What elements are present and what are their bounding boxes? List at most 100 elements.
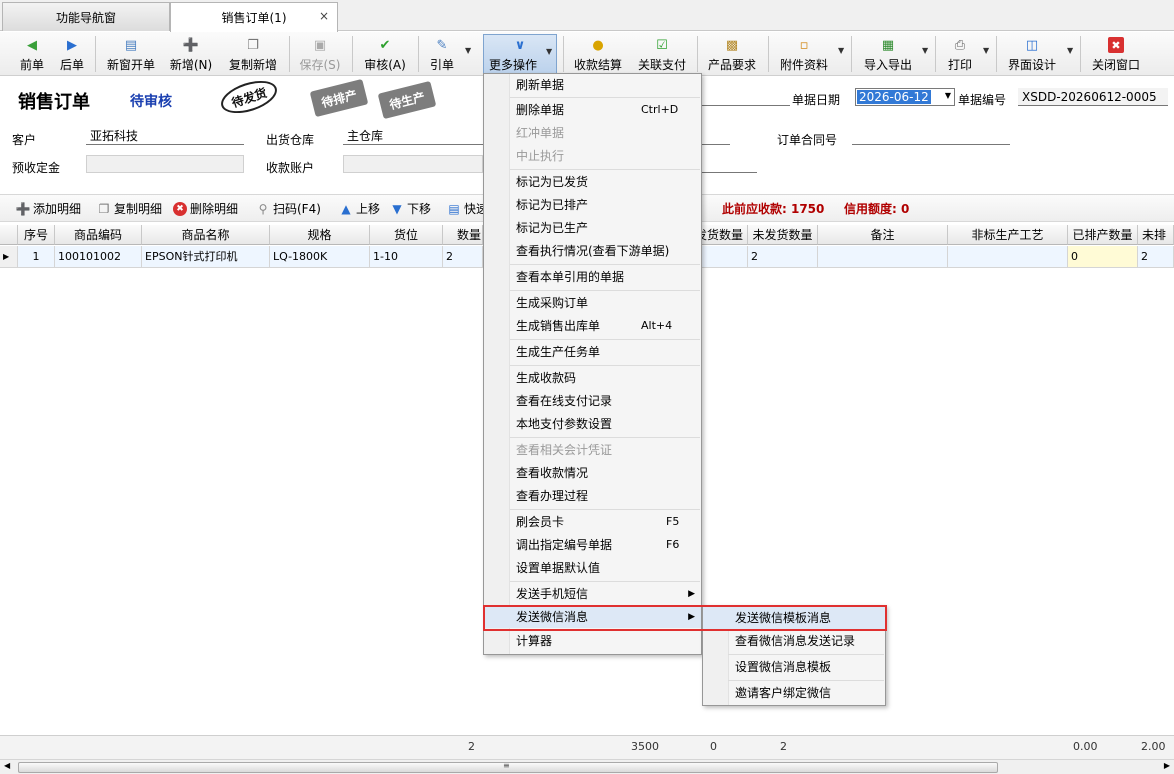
horizontal-scrollbar[interactable]: ◀ ≡ ▶ [0,759,1174,774]
table-cell[interactable]: 100101002 [55,246,142,268]
copy-detail-button[interactable]: ❐ 复制明细 [97,200,162,217]
chevron-down-icon[interactable]: ▼ [922,46,928,55]
menu-item-mark-produced[interactable]: 标记为已生产 [484,217,701,239]
chevron-down-icon[interactable]: ▼ [983,46,989,55]
deposit-field[interactable] [86,155,244,173]
menu-item-generate-production[interactable]: 生成生产任务单 [484,341,701,363]
menu-item-default-values[interactable]: 设置单据默认值 [484,557,701,579]
chevron-down-icon[interactable]: ▼ [838,46,844,55]
contract-field[interactable] [852,127,1010,145]
menu-item-view-execution[interactable]: 查看执行情况(查看下游单据) [484,240,701,262]
menu-item-red-reverse[interactable]: 红冲单据 [484,122,701,144]
save-button[interactable]: ▣ 保存(S) [294,34,346,74]
scroll-right-icon[interactable]: ▶ [1164,761,1170,770]
audit-button[interactable]: ✔ 审核(A) [358,34,412,74]
menu-item-view-referenced[interactable]: 查看本单引用的单据 [484,266,701,288]
menu-item-online-payment-records[interactable]: 查看在线支付记录 [484,390,701,412]
column-header[interactable]: 已排产数量 [1068,225,1138,245]
chevron-down-icon[interactable]: ▼ [945,91,951,100]
copy-add-button[interactable]: ❐ 复制新增 [222,34,284,74]
close-window-button[interactable]: ✖ 关闭窗口 [1086,34,1146,74]
warehouse-field[interactable]: 主仓库 [343,127,483,145]
menu-item-mark-scheduled[interactable]: 标记为已排产 [484,194,701,216]
table-cell[interactable]: EPSON针式打印机 [142,246,270,268]
column-header[interactable]: 货位 [370,225,443,245]
chevron-down-icon[interactable]: ▼ [465,46,471,55]
scan-button[interactable]: ⚲ 扫码(F4) [256,200,321,217]
row-selector-icon[interactable]: ▶ [0,246,18,268]
number-field[interactable]: XSDD-20260612-0005 [1018,88,1168,106]
header-field[interactable] [702,155,757,173]
menu-item-generate-payment-code[interactable]: 生成收款码 [484,367,701,389]
table-cell[interactable] [948,246,1068,268]
close-icon[interactable]: × [319,9,329,23]
menu-item-send-sms[interactable]: 发送手机短信 ▶ [484,583,701,605]
import-export-button[interactable]: ▦ 导入导出 [858,34,918,74]
menu-item-local-payment-settings[interactable]: 本地支付参数设置 [484,413,701,435]
table-cell[interactable]: 0 [1068,246,1138,268]
column-header[interactable]: 备注 [818,225,948,245]
menu-item-label: 发送手机短信 [516,587,589,601]
menu-item-refresh[interactable]: 刷新单据 [484,74,701,96]
menu-item-generate-purchase[interactable]: 生成采购订单 [484,292,701,314]
customer-field[interactable]: 亚拓科技 [86,127,244,145]
move-down-button[interactable]: ▼ 下移 [390,200,431,217]
table-cell[interactable]: 2 [1138,246,1174,268]
shortcut-label: Alt+4 [641,319,673,332]
column-header[interactable]: 发货数量 [702,225,748,245]
column-header[interactable]: 未排 [1138,225,1174,245]
column-header[interactable]: 非标生产工艺 [948,225,1068,245]
submenu-item-set-template[interactable]: 设置微信消息模板 [703,656,885,678]
table-cell[interactable] [818,246,948,268]
column-header[interactable]: 商品编码 [55,225,142,245]
delete-detail-button[interactable]: ✖ 删除明细 [173,200,238,217]
column-header[interactable]: 商品名称 [142,225,270,245]
table-cell[interactable]: 2 [748,246,818,268]
column-header[interactable]: 未发货数量 [748,225,818,245]
menu-item-view-collection[interactable]: 查看收款情况 [484,462,701,484]
tab-function-navigator[interactable]: 功能导航窗 [2,2,170,31]
add-button[interactable]: ➕ 新增(N) [164,34,218,74]
link-payment-button[interactable]: ☑ 关联支付 [634,34,690,74]
quick-button[interactable]: ▤ 快速 [447,200,488,217]
menu-item-calculator[interactable]: 计算器 [484,630,701,652]
receivable-label: 此前应收款: 1750 [722,202,825,216]
collect-settle-button[interactable]: ● 收款结算 [568,34,628,74]
table-cell[interactable]: 1 [18,246,55,268]
menu-item-generate-outbound[interactable]: 生成销售出库单 Alt+4 [484,315,701,337]
submenu-item-view-records[interactable]: 查看微信消息发送记录 [703,630,885,652]
menu-item-delete[interactable]: 删除单据 Ctrl+D [484,99,701,121]
ui-design-button[interactable]: ◫ 界面设计 [1002,34,1062,74]
attachments-button[interactable]: ▫ 附件资料 [774,34,834,74]
reference-button[interactable]: ✎ 引单 [424,34,460,74]
next-button[interactable]: ▶ 后单 [52,34,92,74]
tab-sales-order[interactable]: 销售订单(1) × [170,2,338,32]
product-requirement-button[interactable]: ▩ 产品要求 [702,34,762,74]
prev-button[interactable]: ◀ 前单 [12,34,52,74]
table-cell[interactable]: 1-10 [370,246,443,268]
menu-item-mark-shipped[interactable]: 标记为已发货 [484,171,701,193]
menu-item-view-process[interactable]: 查看办理过程 [484,485,701,507]
more-actions-button[interactable]: ∨ 更多操作 ▼ [483,34,557,74]
menu-item-recall-by-number[interactable]: 调出指定编号单据 F6 [484,534,701,556]
menu-item-suspend[interactable]: 中止执行 [484,145,701,167]
header-field[interactable] [702,127,730,145]
move-up-button[interactable]: ▲ 上移 [339,200,380,217]
scroll-left-icon[interactable]: ◀ [4,761,10,770]
submenu-item-invite-bind[interactable]: 邀请客户绑定微信 [703,682,885,704]
menu-item-member-card[interactable]: 刷会员卡 F5 [484,511,701,533]
date-picker[interactable]: 2026-06-12 ▼ [855,88,955,106]
column-header[interactable]: 规格 [270,225,370,245]
column-header[interactable]: 序号 [18,225,55,245]
chevron-down-icon[interactable]: ▼ [1067,46,1073,55]
header-field[interactable] [702,88,790,106]
print-button[interactable]: ⎙ 打印 [942,34,978,74]
column-header[interactable]: 数量 [443,225,483,245]
menu-item-accounting-vouchers[interactable]: 查看相关会计凭证 [484,439,701,461]
table-cell[interactable]: 2 [443,246,483,268]
table-cell[interactable] [702,246,748,268]
account-field[interactable] [343,155,483,173]
add-detail-button[interactable]: ➕ 添加明细 [16,200,81,217]
new-window-button[interactable]: ▤ 新窗开单 [100,34,162,74]
table-cell[interactable]: LQ-1800K [270,246,370,268]
